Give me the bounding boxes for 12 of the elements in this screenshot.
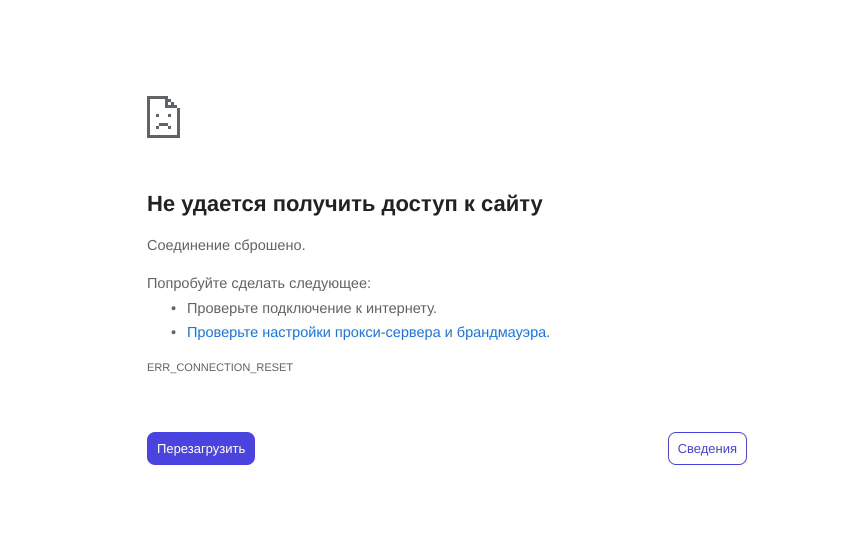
reload-button[interactable]: Перезагрузить: [147, 432, 256, 465]
error-title: Не удается получить доступ к сайту: [147, 190, 544, 218]
suggestion-text: Проверьте подключение к интернету.: [187, 300, 437, 319]
settings-link[interactable]: Проверьте настройки прокси-сервера и брандмауэра: [187, 321, 546, 345]
error-message: Соединение сброшено.: [147, 237, 307, 256]
sad-page-icon: [147, 96, 180, 138]
bullet: •: [171, 300, 178, 319]
error-code: ERR_CONNECTION_RESET: [147, 362, 294, 374]
suggestions-heading: Попробуйте сделать следующее:: [147, 275, 372, 294]
details-button[interactable]: Сведения: [668, 432, 747, 465]
bullet: •: [171, 324, 178, 343]
punctuation: .: [546, 324, 550, 343]
